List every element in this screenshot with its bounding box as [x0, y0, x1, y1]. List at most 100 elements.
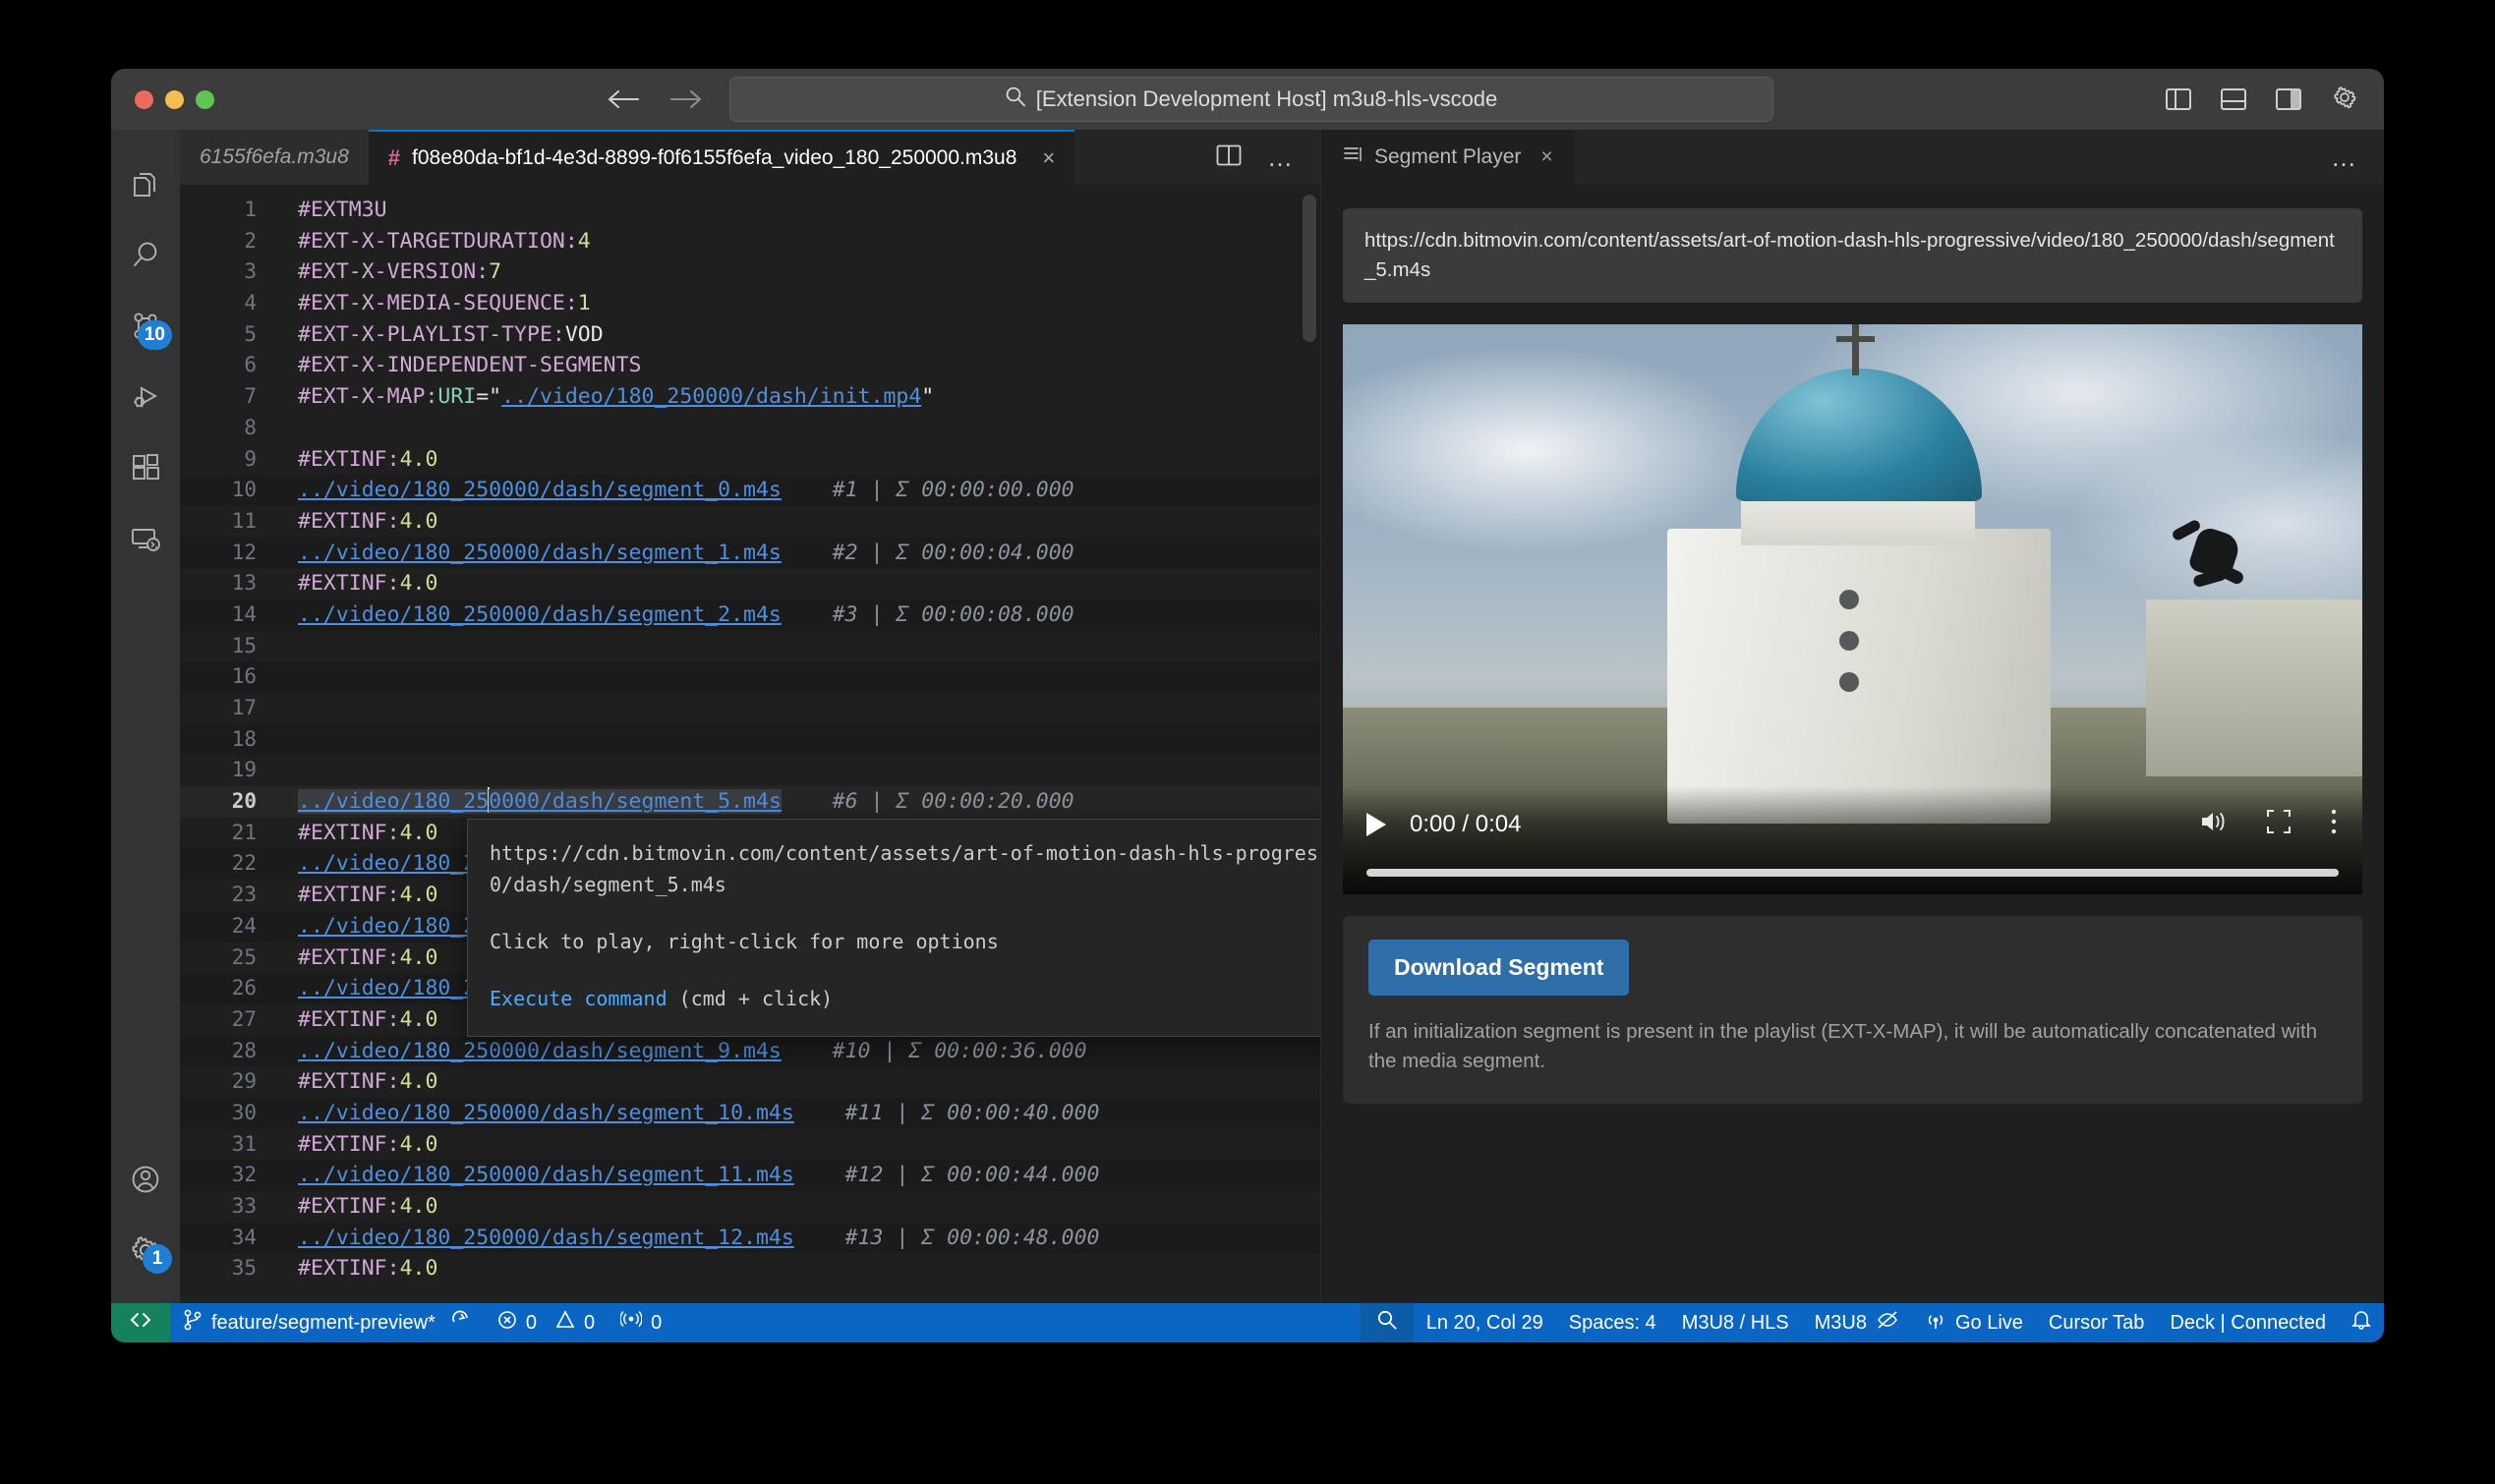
code-line[interactable]: 3 #EXT-X-VERSION:7 [180, 257, 1320, 288]
line-number: 17 [231, 696, 257, 719]
sidebar-item-explorer[interactable] [111, 151, 180, 222]
tab-active-m3u8[interactable]: # f08e80da-bf1d-4e3d-8899-f0f6155f6efa_v… [368, 130, 1075, 185]
minimize-window-button[interactable] [165, 89, 184, 109]
status-deck[interactable]: Deck | Connected [2157, 1303, 2339, 1342]
code-line[interactable]: 17 [180, 693, 1320, 724]
split-editor-icon[interactable] [1216, 143, 1242, 172]
status-ports[interactable]: 0 [608, 1303, 674, 1342]
toggle-panel-icon[interactable] [2221, 88, 2246, 110]
play-icon[interactable] [1366, 812, 1386, 836]
code-line[interactable]: 2 #EXT-X-TARGETDURATION:4 [180, 226, 1320, 257]
code-line[interactable]: 32 ../video/180_250000/dash/segment_11.m4… [180, 1160, 1320, 1191]
line-number: 15 [231, 633, 257, 657]
close-icon[interactable]: × [1540, 145, 1552, 169]
sidebar-item-source-control[interactable]: 10 [111, 293, 180, 364]
code-line[interactable]: 5 #EXT-X-PLAYLIST-TYPE:VOD [180, 319, 1320, 351]
forward-icon[interactable] [668, 88, 702, 110]
code-token: 4.0 [399, 944, 438, 970]
sync-icon[interactable] [450, 1310, 472, 1336]
tab-preview-m3u8[interactable]: 6155f6efa.m3u8 [180, 130, 369, 185]
segment-link[interactable]: 0000/dash/segment_5.m4s [489, 789, 782, 815]
gear-icon[interactable] [2331, 84, 2358, 116]
video-progress-bar[interactable] [1366, 869, 2339, 877]
segment-link[interactable]: ../video/180_250000/dash/segment_0.m4s [298, 478, 782, 502]
toggle-primary-sidebar-icon[interactable] [2166, 88, 2191, 110]
code-line[interactable]: 6 #EXT-X-INDEPENDENT-SEGMENTS [180, 350, 1320, 381]
sidebar-item-remote-explorer[interactable] [111, 505, 180, 576]
status-language-mode[interactable]: M3U8 / HLS [1669, 1303, 1802, 1342]
code-line[interactable]: 1 #EXTM3U [180, 195, 1320, 226]
segment-link[interactable]: ../video/180_250000/dash/segment_9.m4s [298, 1039, 782, 1063]
execute-command-link[interactable]: Execute command [490, 987, 667, 1010]
more-actions-icon[interactable]: … [2331, 143, 2358, 173]
code-text: #EXT-X-MEDIA-SEQUENCE:1 [284, 288, 591, 319]
code-line[interactable]: 29 #EXTINF:4.0 [180, 1066, 1320, 1098]
code-line[interactable]: 4 #EXT-X-MEDIA-SEQUENCE:1 [180, 288, 1320, 319]
toggle-secondary-sidebar-icon[interactable] [2276, 88, 2301, 110]
remote-indicator[interactable] [111, 1303, 170, 1342]
sidebar-item-search[interactable] [111, 222, 180, 293]
code-line[interactable]: 30 ../video/180_250000/dash/segment_10.m4… [180, 1097, 1320, 1129]
download-segment-button[interactable]: Download Segment [1368, 940, 1630, 996]
code-line[interactable]: 11 #EXTINF:4.0 [180, 506, 1320, 538]
status-problems[interactable]: 0 0 [485, 1303, 608, 1342]
code-line[interactable]: 16 [180, 661, 1320, 693]
segment-link[interactable]: ../video/180_250000/dash/segment_12.m4s [298, 1226, 794, 1250]
status-cursor-tab[interactable]: Cursor Tab [2036, 1303, 2157, 1342]
code-line[interactable]: 31 #EXTINF:4.0 [180, 1129, 1320, 1161]
back-icon[interactable] [608, 88, 641, 110]
segment-link[interactable]: ../video/180_250000/dash/segment_1.m4s [298, 541, 782, 565]
line-number: 20 [231, 789, 257, 814]
code-line[interactable]: 13 #EXTINF:4.0 [180, 568, 1320, 599]
status-secondary-mode[interactable]: M3U8 [1802, 1303, 1912, 1342]
status-notifications[interactable] [2339, 1303, 2384, 1342]
more-vertical-icon[interactable] [2329, 808, 2339, 840]
code-line[interactable]: 33 #EXTINF:4.0 [180, 1191, 1320, 1223]
code-line[interactable]: 7 #EXT-X-MAP:URI="../video/180_250000/das… [180, 381, 1320, 413]
status-go-live[interactable]: Go Live [1912, 1303, 2036, 1342]
more-actions-icon[interactable]: … [1267, 143, 1295, 173]
fullscreen-icon[interactable] [2266, 809, 2292, 839]
segment-link[interactable]: ../video/180_250000/dash/init.mp4 [501, 384, 921, 409]
code-line[interactable]: 35 #EXTINF:4.0 [180, 1253, 1320, 1284]
video-player[interactable]: 0:00 / 0:04 [1343, 324, 2362, 894]
window-controls [135, 89, 214, 109]
code-token: #EXTINF: [298, 1006, 400, 1032]
segment-link[interactable]: ../video/180_25 [298, 789, 490, 815]
code-line[interactable]: 18 [180, 723, 1320, 756]
sidebar-item-run-and-debug[interactable] [111, 364, 180, 434]
sidebar-item-accounts[interactable] [111, 1146, 180, 1217]
segment-player-body: https://cdn.bitmovin.com/content/assets/… [1321, 185, 2384, 1303]
code-line[interactable]: 20 ../video/180_250000/dash/segment_5.m4s… [180, 786, 1320, 818]
sidebar-item-manage[interactable]: 1 [111, 1217, 180, 1287]
code-token: #EXTINF: [298, 944, 400, 970]
code-line[interactable]: 12 ../video/180_250000/dash/segment_1.m4s… [180, 537, 1320, 569]
status-search-button[interactable] [1360, 1303, 1414, 1342]
code-line[interactable]: 14 ../video/180_250000/dash/segment_2.m4s… [180, 599, 1320, 631]
close-icon[interactable]: × [1042, 145, 1055, 171]
segment-link[interactable]: ../video/180_250000/dash/segment_10.m4s [298, 1101, 794, 1125]
code-line[interactable]: 15 [180, 631, 1320, 662]
code-line[interactable]: 10 ../video/180_250000/dash/segment_0.m4s… [180, 475, 1320, 506]
close-window-button[interactable] [135, 89, 153, 109]
segment-link[interactable]: ../video/180_250000/dash/segment_11.m4s [298, 1163, 794, 1187]
tab-segment-player[interactable]: Segment Player × [1321, 130, 1575, 185]
code-editor[interactable]: 1 #EXTM3U 2 #EXT-X-TARGETDURATION:4 3 #EXT-X-… [180, 185, 1320, 1303]
code-line[interactable]: 8 [180, 413, 1320, 444]
status-cursor-position[interactable]: Ln 20, Col 29 [1414, 1303, 1556, 1342]
code-line[interactable]: 34 ../video/180_250000/dash/segment_12.m4… [180, 1222, 1320, 1254]
editor-scrollbar[interactable] [1303, 195, 1316, 342]
volume-icon[interactable] [2199, 809, 2229, 839]
command-center[interactable]: [Extension Development Host] m3u8-hls-vs… [728, 77, 1773, 122]
video-frame-building [2146, 599, 2362, 776]
code-line[interactable]: 19 [180, 755, 1320, 786]
code-line[interactable]: 28 ../video/180_250000/dash/segment_9.m4s… [180, 1035, 1320, 1067]
status-indentation[interactable]: Spaces: 4 [1556, 1303, 1669, 1342]
sidebar-item-extensions[interactable] [111, 434, 180, 505]
code-line[interactable]: 9 #EXTINF:4.0 [180, 444, 1320, 476]
status-branch[interactable]: feature/segment-preview* [170, 1303, 485, 1342]
segment-link[interactable]: ../video/180_250000/dash/segment_2.m4s [298, 602, 782, 627]
maximize-window-button[interactable] [196, 89, 214, 109]
screen: [Extension Development Host] m3u8-hls-vs… [0, 0, 2495, 1484]
video-time: 0:00 / 0:04 [1410, 810, 1522, 837]
